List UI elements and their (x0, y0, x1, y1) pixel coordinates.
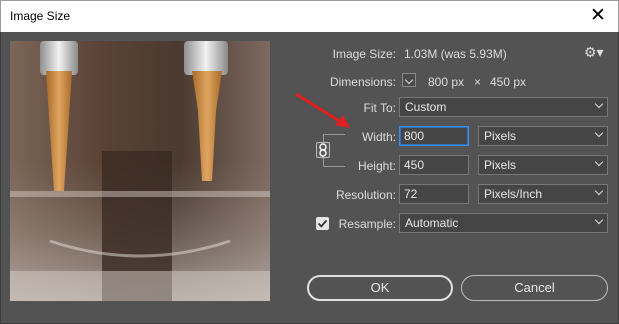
annotation-arrow (295, 92, 350, 128)
preview-image (10, 41, 270, 301)
fit-to-value: Custom (405, 100, 447, 114)
dimensions-label: Dimensions: (329, 75, 396, 89)
width-unit-select[interactable]: Pixels (478, 126, 608, 146)
height-input[interactable]: 450 (399, 155, 469, 175)
image-size-value: 1.03M (was 5.93M) (404, 47, 507, 61)
height-label: Height: (357, 159, 396, 173)
gear-icon[interactable]: ⚙▾ (584, 44, 606, 60)
resolution-unit-select[interactable]: Pixels/Inch (478, 184, 608, 204)
chevron-down-icon (594, 157, 604, 167)
resample-value: Automatic (405, 216, 459, 230)
dimensions-height: 450 px (490, 75, 527, 89)
window-title: Image Size (10, 9, 71, 23)
image-size-label: Image Size: (332, 47, 396, 61)
resample-label: Resample: (338, 217, 396, 231)
dimensions-dropdown[interactable] (402, 73, 416, 87)
dimensions-width: 800 px (428, 75, 465, 89)
constrain-proportions-link-icon[interactable] (316, 142, 330, 158)
width-input[interactable]: 800 (399, 126, 469, 146)
resample-checkbox[interactable] (316, 217, 329, 230)
resample-select[interactable]: Automatic (399, 213, 608, 233)
image-preview[interactable] (10, 41, 270, 301)
cancel-button[interactable]: Cancel (461, 275, 608, 301)
dimensions-times: × (474, 75, 482, 89)
close-icon[interactable]: ✕ (588, 6, 608, 26)
width-unit-value: Pixels (484, 129, 517, 143)
chevron-down-icon (594, 128, 604, 138)
fit-to-select[interactable]: Custom (399, 97, 608, 117)
ok-button[interactable]: OK (307, 275, 453, 301)
resolution-unit-value: Pixels/Inch (484, 187, 543, 201)
chevron-down-icon (594, 99, 604, 109)
chevron-down-icon (594, 215, 604, 225)
chevron-down-icon (594, 186, 604, 196)
width-label: Width: (361, 130, 396, 144)
height-unit-select[interactable]: Pixels (478, 155, 608, 175)
height-unit-value: Pixels (484, 158, 517, 172)
link-chain-icon (319, 143, 327, 157)
check-icon (317, 219, 328, 228)
title-bar: Image Size ✕ (0, 0, 619, 32)
resolution-label: Resolution: (335, 188, 396, 202)
resolution-input[interactable]: 72 (399, 184, 469, 204)
